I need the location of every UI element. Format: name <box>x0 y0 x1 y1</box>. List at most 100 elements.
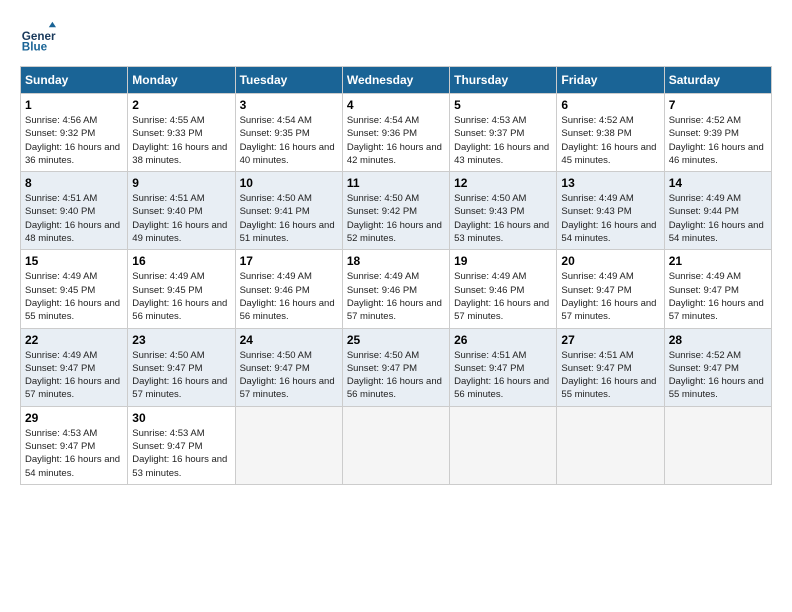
col-header-sunday: Sunday <box>21 67 128 94</box>
calendar-week-1: 1 Sunrise: 4:56 AMSunset: 9:32 PMDaylight… <box>21 94 772 172</box>
day-number: 19 <box>454 254 552 268</box>
day-info: Sunrise: 4:52 AMSunset: 9:47 PMDaylight:… <box>669 349 767 402</box>
col-header-tuesday: Tuesday <box>235 67 342 94</box>
day-number: 25 <box>347 333 445 347</box>
day-number: 14 <box>669 176 767 190</box>
day-number: 7 <box>669 98 767 112</box>
calendar-cell: 16 Sunrise: 4:49 AMSunset: 9:45 PMDayligh… <box>128 250 235 328</box>
day-number: 30 <box>132 411 230 425</box>
calendar-cell: 9 Sunrise: 4:51 AMSunset: 9:40 PMDaylight… <box>128 172 235 250</box>
day-info: Sunrise: 4:49 AMSunset: 9:46 PMDaylight:… <box>240 270 338 323</box>
calendar-cell: 11 Sunrise: 4:50 AMSunset: 9:42 PMDayligh… <box>342 172 449 250</box>
day-info: Sunrise: 4:51 AMSunset: 9:47 PMDaylight:… <box>561 349 659 402</box>
calendar-cell: 2Sunrise: 4:55 AMSunset: 9:33 PMDaylight… <box>128 94 235 172</box>
day-number: 4 <box>347 98 445 112</box>
day-info: Sunrise: 4:49 AMSunset: 9:44 PMDaylight:… <box>669 192 767 245</box>
calendar-cell <box>342 406 449 484</box>
day-info: Sunrise: 4:52 AMSunset: 9:39 PMDaylight:… <box>669 114 767 167</box>
calendar-cell: 17 Sunrise: 4:49 AMSunset: 9:46 PMDayligh… <box>235 250 342 328</box>
calendar-cell: 4 Sunrise: 4:54 AMSunset: 9:36 PMDaylight… <box>342 94 449 172</box>
calendar-week-2: 8 Sunrise: 4:51 AMSunset: 9:40 PMDaylight… <box>21 172 772 250</box>
day-info: Sunrise: 4:50 AMSunset: 9:41 PMDaylight:… <box>240 192 338 245</box>
day-number: 3 <box>240 98 338 112</box>
day-number: 8 <box>25 176 123 190</box>
day-info: Sunrise: 4:49 AMSunset: 9:45 PMDaylight:… <box>25 270 123 323</box>
day-info: Sunrise: 4:49 AMSunset: 9:45 PMDaylight:… <box>132 270 230 323</box>
calendar-cell: 7 Sunrise: 4:52 AMSunset: 9:39 PMDaylight… <box>664 94 771 172</box>
day-info: Sunrise: 4:51 AMSunset: 9:40 PMDaylight:… <box>132 192 230 245</box>
day-info: Sunrise: 4:54 AMSunset: 9:36 PMDaylight:… <box>347 114 445 167</box>
day-number: 12 <box>454 176 552 190</box>
calendar-cell: 3 Sunrise: 4:54 AMSunset: 9:35 PMDaylight… <box>235 94 342 172</box>
calendar-cell: 23Sunrise: 4:50 AMSunset: 9:47 PMDayligh… <box>128 328 235 406</box>
day-info: Sunrise: 4:53 AMSunset: 9:47 PMDaylight:… <box>132 427 230 480</box>
calendar-cell: 13 Sunrise: 4:49 AMSunset: 9:43 PMDayligh… <box>557 172 664 250</box>
col-header-thursday: Thursday <box>450 67 557 94</box>
col-header-monday: Monday <box>128 67 235 94</box>
day-number: 27 <box>561 333 659 347</box>
calendar-cell <box>235 406 342 484</box>
calendar-week-5: 29Sunrise: 4:53 AMSunset: 9:47 PMDayligh… <box>21 406 772 484</box>
day-number: 10 <box>240 176 338 190</box>
day-info: Sunrise: 4:50 AMSunset: 9:47 PMDaylight:… <box>132 349 230 402</box>
day-number: 16 <box>132 254 230 268</box>
day-number: 15 <box>25 254 123 268</box>
day-info: Sunrise: 4:49 AMSunset: 9:46 PMDaylight:… <box>454 270 552 323</box>
day-info: Sunrise: 4:50 AMSunset: 9:47 PMDaylight:… <box>240 349 338 402</box>
day-info: Sunrise: 4:53 AMSunset: 9:47 PMDaylight:… <box>25 427 123 480</box>
calendar-week-3: 15 Sunrise: 4:49 AMSunset: 9:45 PMDayligh… <box>21 250 772 328</box>
day-info: Sunrise: 4:54 AMSunset: 9:35 PMDaylight:… <box>240 114 338 167</box>
calendar-cell: 10 Sunrise: 4:50 AMSunset: 9:41 PMDayligh… <box>235 172 342 250</box>
calendar-cell: 1 Sunrise: 4:56 AMSunset: 9:32 PMDaylight… <box>21 94 128 172</box>
calendar-cell: 28 Sunrise: 4:52 AMSunset: 9:47 PMDayligh… <box>664 328 771 406</box>
logo: General Blue <box>20 20 56 56</box>
day-info: Sunrise: 4:53 AMSunset: 9:37 PMDaylight:… <box>454 114 552 167</box>
day-info: Sunrise: 4:50 AMSunset: 9:43 PMDaylight:… <box>454 192 552 245</box>
calendar-cell: 29Sunrise: 4:53 AMSunset: 9:47 PMDayligh… <box>21 406 128 484</box>
day-number: 21 <box>669 254 767 268</box>
day-number: 20 <box>561 254 659 268</box>
calendar-cell: 22Sunrise: 4:49 AMSunset: 9:47 PMDayligh… <box>21 328 128 406</box>
calendar-cell: 20 Sunrise: 4:49 AMSunset: 9:47 PMDayligh… <box>557 250 664 328</box>
day-info: Sunrise: 4:51 AMSunset: 9:47 PMDaylight:… <box>454 349 552 402</box>
day-number: 22 <box>25 333 123 347</box>
day-number: 6 <box>561 98 659 112</box>
day-number: 13 <box>561 176 659 190</box>
day-info: Sunrise: 4:56 AMSunset: 9:32 PMDaylight:… <box>25 114 123 167</box>
day-info: Sunrise: 4:51 AMSunset: 9:40 PMDaylight:… <box>25 192 123 245</box>
calendar-cell: 6 Sunrise: 4:52 AMSunset: 9:38 PMDaylight… <box>557 94 664 172</box>
day-info: Sunrise: 4:55 AMSunset: 9:33 PMDaylight:… <box>132 114 230 167</box>
day-info: Sunrise: 4:49 AMSunset: 9:43 PMDaylight:… <box>561 192 659 245</box>
day-number: 9 <box>132 176 230 190</box>
day-info: Sunrise: 4:52 AMSunset: 9:38 PMDaylight:… <box>561 114 659 167</box>
calendar-cell: 30 Sunrise: 4:53 AMSunset: 9:47 PMDayligh… <box>128 406 235 484</box>
calendar-cell: 12 Sunrise: 4:50 AMSunset: 9:43 PMDayligh… <box>450 172 557 250</box>
col-header-friday: Friday <box>557 67 664 94</box>
calendar-cell: 14 Sunrise: 4:49 AMSunset: 9:44 PMDayligh… <box>664 172 771 250</box>
logo-icon: General Blue <box>20 20 56 56</box>
header: General Blue <box>20 20 772 56</box>
day-number: 1 <box>25 98 123 112</box>
day-info: Sunrise: 4:50 AMSunset: 9:47 PMDaylight:… <box>347 349 445 402</box>
day-info: Sunrise: 4:50 AMSunset: 9:42 PMDaylight:… <box>347 192 445 245</box>
calendar-cell: 26 Sunrise: 4:51 AMSunset: 9:47 PMDayligh… <box>450 328 557 406</box>
calendar-cell: 5 Sunrise: 4:53 AMSunset: 9:37 PMDaylight… <box>450 94 557 172</box>
col-header-wednesday: Wednesday <box>342 67 449 94</box>
day-info: Sunrise: 4:49 AMSunset: 9:47 PMDaylight:… <box>561 270 659 323</box>
calendar-cell: 27 Sunrise: 4:51 AMSunset: 9:47 PMDayligh… <box>557 328 664 406</box>
day-info: Sunrise: 4:49 AMSunset: 9:46 PMDaylight:… <box>347 270 445 323</box>
calendar-cell: 24Sunrise: 4:50 AMSunset: 9:47 PMDayligh… <box>235 328 342 406</box>
calendar-cell: 15 Sunrise: 4:49 AMSunset: 9:45 PMDayligh… <box>21 250 128 328</box>
calendar-week-4: 22Sunrise: 4:49 AMSunset: 9:47 PMDayligh… <box>21 328 772 406</box>
day-number: 5 <box>454 98 552 112</box>
day-number: 28 <box>669 333 767 347</box>
calendar-cell: 19 Sunrise: 4:49 AMSunset: 9:46 PMDayligh… <box>450 250 557 328</box>
day-number: 11 <box>347 176 445 190</box>
calendar-cell <box>557 406 664 484</box>
calendar-cell <box>664 406 771 484</box>
day-number: 17 <box>240 254 338 268</box>
day-number: 18 <box>347 254 445 268</box>
day-number: 26 <box>454 333 552 347</box>
calendar-cell: 8 Sunrise: 4:51 AMSunset: 9:40 PMDaylight… <box>21 172 128 250</box>
day-info: Sunrise: 4:49 AMSunset: 9:47 PMDaylight:… <box>669 270 767 323</box>
